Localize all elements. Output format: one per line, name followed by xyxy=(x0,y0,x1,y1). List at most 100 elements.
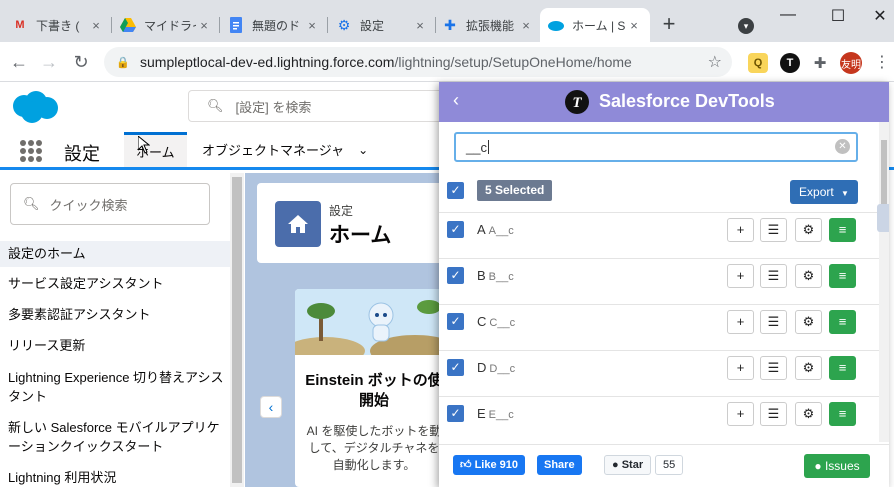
minimize-button[interactable]: — xyxy=(776,6,800,26)
export-label: Export xyxy=(799,185,834,199)
app-launcher-icon[interactable] xyxy=(20,140,42,162)
quick-find-input[interactable]: 🔍︎ クイック検索 xyxy=(10,183,210,225)
extensions-puzzle-icon[interactable]: ✚ xyxy=(810,53,830,73)
database-icon[interactable]: ≡ xyxy=(829,356,856,380)
lock-icon: 🔒 xyxy=(116,56,130,69)
tab-home[interactable]: ホーム xyxy=(124,132,187,167)
tab-search-icon[interactable]: ▾ xyxy=(738,18,754,34)
close-tab-icon[interactable]: × xyxy=(88,18,104,33)
close-window-button[interactable]: ✕ xyxy=(868,6,892,26)
github-star-button[interactable]: ● Star xyxy=(604,455,652,475)
object-row: ✓ A A__c + ☰ ⚙ ≡ xyxy=(439,212,879,258)
browser-tab-extensions[interactable]: ✚ 拡張機能 × xyxy=(434,8,542,42)
close-tab-icon[interactable]: × xyxy=(518,18,534,33)
add-icon[interactable]: + xyxy=(727,310,754,334)
sidebar-item-setup-home[interactable]: 設定のホーム xyxy=(0,241,230,267)
object-label-wrap: B B__c xyxy=(477,268,514,283)
carousel-previous-button[interactable]: ‹ xyxy=(260,396,282,418)
database-icon[interactable]: ≡ xyxy=(829,218,856,242)
add-icon[interactable]: + xyxy=(727,356,754,380)
close-tab-icon[interactable]: × xyxy=(196,18,212,33)
svg-text:T: T xyxy=(572,95,582,111)
object-row: ✓ B B__c + ☰ ⚙ ≡ xyxy=(439,258,879,304)
forward-arrow-icon[interactable]: → xyxy=(38,51,60,73)
database-icon[interactable]: ≡ xyxy=(829,310,856,334)
extension-search-icon[interactable]: Q xyxy=(748,53,768,73)
list-icon[interactable]: ☰ xyxy=(760,264,787,288)
sidebar-item-lightning-usage[interactable]: Lightning 利用状況 xyxy=(0,468,230,487)
sidebar-scrollbar[interactable] xyxy=(230,173,244,487)
github-star-count[interactable]: 55 xyxy=(655,455,684,475)
row-checkbox[interactable]: ✓ xyxy=(447,313,464,330)
scrollbar-thumb[interactable] xyxy=(232,177,242,483)
tab-title: 設定 xyxy=(360,18,385,33)
close-tab-icon[interactable]: × xyxy=(412,18,428,33)
list-icon[interactable]: ☰ xyxy=(760,356,787,380)
sidebar-item-mobile-quickstart[interactable]: 新しい Salesforce モバイルアプリケーションクイックスタート xyxy=(0,418,230,456)
gear-icon[interactable]: ⚙ xyxy=(795,356,822,380)
browser-tab-drive[interactable]: マイドライ × xyxy=(112,8,220,42)
maximize-button[interactable]: ☐ xyxy=(826,6,850,26)
object-filter-input[interactable]: __c ✕ xyxy=(454,132,858,162)
facebook-like-button[interactable]: 👍︎ Like 910 xyxy=(453,455,525,475)
sidebar-item-lightning-transition[interactable]: Lightning Experience 切り替えアシスタント xyxy=(0,368,230,406)
gear-icon[interactable]: ⚙ xyxy=(795,402,822,426)
devtools-scrollbar[interactable] xyxy=(879,122,889,442)
object-row: ✓ E E__c + ☰ ⚙ ≡ xyxy=(439,396,879,442)
sidebar-item-release-updates[interactable]: リリース更新 xyxy=(0,336,230,355)
facebook-share-button[interactable]: Share xyxy=(537,455,582,475)
more-menu-icon[interactable]: ⋮ xyxy=(874,52,890,72)
list-icon[interactable]: ☰ xyxy=(760,402,787,426)
browser-toolbar: ← → ↻ 🔒 sumpleptlocal-dev-ed.lightning.f… xyxy=(0,42,894,82)
back-chevron-icon[interactable]: ‹ xyxy=(453,90,459,111)
tab-object-manager[interactable]: オブジェクトマネージャ ⌄ xyxy=(190,132,380,167)
github-issues-button[interactable]: ● Issues xyxy=(804,454,870,478)
bookmark-star-icon[interactable]: ☆ xyxy=(708,52,722,72)
search-icon: 🔍︎ xyxy=(23,196,40,211)
add-icon[interactable]: + xyxy=(727,218,754,242)
tab-title: マイドライ xyxy=(144,18,196,33)
clear-filter-icon[interactable]: ✕ xyxy=(835,139,850,154)
profile-avatar[interactable]: 友明 xyxy=(840,52,862,74)
row-checkbox[interactable]: ✓ xyxy=(447,405,464,422)
gear-icon[interactable]: ⚙ xyxy=(795,264,822,288)
sidebar-item-service-setup-assistant[interactable]: サービス設定アシスタント xyxy=(0,274,230,293)
devtools-extension-icon[interactable]: T xyxy=(780,53,800,73)
list-icon[interactable]: ☰ xyxy=(760,218,787,242)
gear-icon[interactable]: ⚙ xyxy=(795,218,822,242)
database-icon[interactable]: ≡ xyxy=(829,264,856,288)
new-tab-button[interactable]: + xyxy=(658,13,680,36)
browser-tab-salesforce-home[interactable]: ホーム | S × xyxy=(540,8,650,42)
selected-count-badge: 5 Selected xyxy=(477,180,553,201)
row-checkbox[interactable]: ✓ xyxy=(447,221,464,238)
add-icon[interactable]: + xyxy=(727,402,754,426)
object-label: E xyxy=(477,406,486,421)
close-tab-icon[interactable]: × xyxy=(626,18,642,33)
panel-collapse-handle[interactable] xyxy=(877,204,889,232)
address-bar[interactable]: 🔒 sumpleptlocal-dev-ed.lightning.force.c… xyxy=(104,47,732,77)
export-dropdown-button[interactable]: Export ▼ xyxy=(790,180,858,204)
text-caret xyxy=(487,140,489,154)
close-tab-icon[interactable]: × xyxy=(304,18,320,33)
page-title: ホーム xyxy=(329,224,392,247)
browser-tab-docs[interactable]: 無題のド × xyxy=(220,8,328,42)
add-icon[interactable]: + xyxy=(727,264,754,288)
gear-icon[interactable]: ⚙ xyxy=(795,310,822,334)
object-api-name: E__c xyxy=(488,409,514,421)
object-label-wrap: A A__c xyxy=(477,222,514,237)
select-all-checkbox[interactable]: ✓ xyxy=(447,182,464,199)
row-checkbox[interactable]: ✓ xyxy=(447,359,464,376)
salesforce-logo[interactable] xyxy=(10,90,60,124)
list-icon[interactable]: ☰ xyxy=(760,310,787,334)
gmail-icon: M xyxy=(15,19,25,31)
row-checkbox[interactable]: ✓ xyxy=(447,267,464,284)
reload-icon[interactable]: ↻ xyxy=(70,51,92,73)
chevron-down-icon[interactable]: ⌄ xyxy=(358,143,368,157)
browser-tab-gmail[interactable]: M 下書き ( × xyxy=(4,8,112,42)
back-arrow-icon[interactable]: ← xyxy=(8,51,30,73)
card-title: Einstein ボットの使開始 xyxy=(305,372,443,409)
browser-tab-settings[interactable]: ⚙ 設定 × xyxy=(328,8,436,42)
database-icon[interactable]: ≡ xyxy=(829,402,856,426)
einstein-bot-card: Einstein ボットの使開始 AI を駆使したボットを動して、デジタルチャネ… xyxy=(295,289,445,487)
sidebar-item-mfa-assistant[interactable]: 多要素認証アシスタント xyxy=(0,305,230,324)
